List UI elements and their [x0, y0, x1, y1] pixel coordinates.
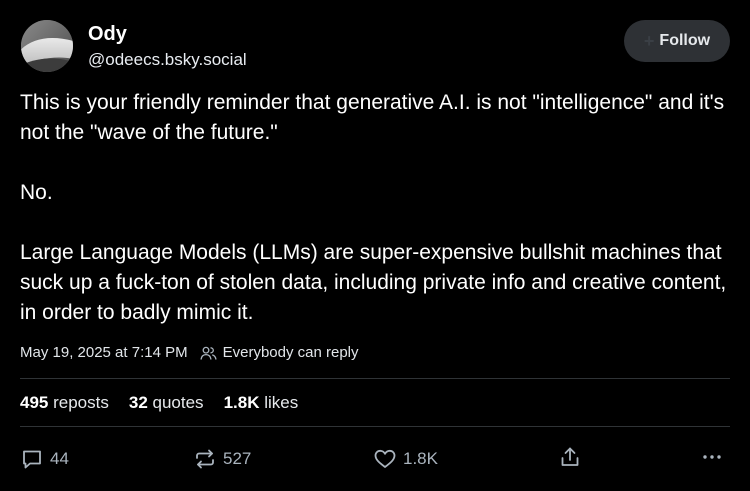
- reposts-stat[interactable]: 495 reposts: [20, 391, 109, 415]
- post-paragraph: Large Language Models (LLMs) are super-e…: [20, 241, 727, 324]
- reposts-count: 495: [20, 393, 49, 412]
- quotes-count: 32: [128, 393, 148, 412]
- people-icon: [199, 346, 217, 361]
- reply-icon: [23, 450, 41, 469]
- quotes-stat[interactable]: 32 quotes: [129, 391, 204, 415]
- likes-stat[interactable]: 1.8K likes: [224, 391, 299, 415]
- post-text: This is your friendly reminder that gene…: [20, 88, 735, 328]
- repost-button[interactable]: 527: [193, 445, 251, 473]
- post-paragraph: No.: [20, 181, 53, 204]
- plus-icon: +: [643, 31, 655, 51]
- post-timestamp: May 19, 2025 at 7:14 PM: [20, 344, 188, 361]
- follow-button-label: Follow: [659, 32, 711, 49]
- post-paragraph: This is your friendly reminder that gene…: [20, 91, 725, 144]
- author-handle[interactable]: @odeecs.bsky.social: [88, 50, 247, 70]
- like-count: 1.8K: [403, 449, 438, 468]
- follow-button[interactable]: + Follow: [624, 20, 730, 62]
- reply-button[interactable]: 44: [20, 445, 69, 473]
- ellipsis-icon: [703, 455, 721, 459]
- repost-count: 527: [223, 449, 252, 468]
- post-thread-view: Ody @odeecs.bsky.social + Follow This is…: [0, 0, 750, 491]
- reposts-label: reposts: [53, 393, 109, 412]
- post-meta: May 19, 2025 at 7:14 PM Everybody can re…: [20, 342, 359, 364]
- like-button[interactable]: 1.8K: [373, 445, 438, 473]
- reply-setting[interactable]: Everybody can reply: [223, 342, 359, 364]
- divider: [20, 378, 730, 379]
- reply-count: 44: [50, 449, 69, 468]
- share-icon: [561, 447, 579, 466]
- heart-icon: [374, 449, 396, 468]
- engagement-stats: 495 reposts 32 quotes 1.8K likes: [20, 391, 298, 415]
- more-options-button[interactable]: [700, 445, 724, 469]
- author-avatar[interactable]: [21, 20, 73, 72]
- divider: [20, 426, 730, 427]
- likes-label: likes: [264, 393, 299, 412]
- avatar-photo-icon: [21, 20, 73, 72]
- repost-icon: [196, 449, 214, 469]
- author-display-name[interactable]: Ody: [88, 22, 127, 46]
- post-action-bar: 44 527 1.8K: [20, 445, 730, 473]
- quotes-label: quotes: [152, 393, 204, 412]
- share-button[interactable]: [558, 445, 582, 469]
- likes-count: 1.8K: [223, 393, 260, 412]
